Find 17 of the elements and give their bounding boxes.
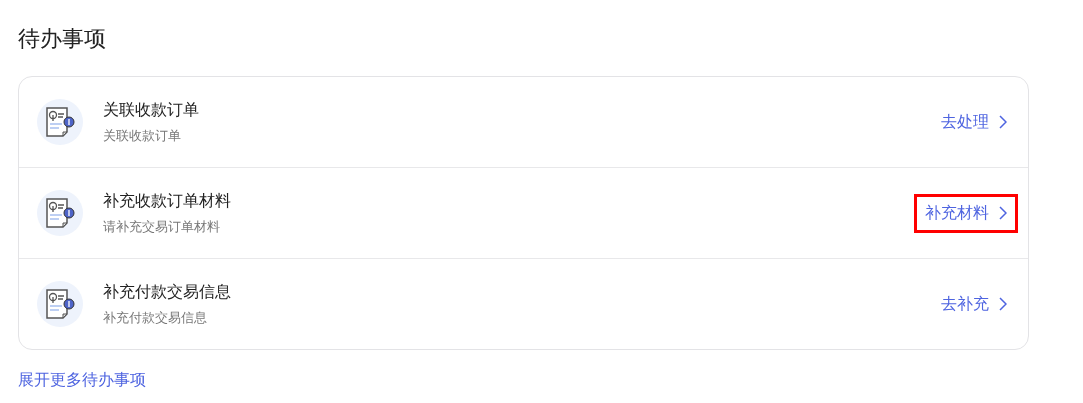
- action-link[interactable]: 补充材料: [914, 193, 1018, 233]
- todo-subtitle: 补充付款交易信息: [103, 308, 208, 327]
- document-icon: [43, 287, 77, 321]
- todo-title: 关联收款订单: [103, 99, 200, 121]
- action-link[interactable]: 去补充: [930, 284, 1018, 324]
- todo-subtitle: 请补充交易订单材料: [103, 217, 221, 236]
- todo-subtitle: 关联收款订单: [103, 126, 182, 145]
- document-icon: [43, 105, 77, 139]
- document-icon: [43, 196, 77, 230]
- section-title: 待办事项: [18, 25, 107, 53]
- todo-title: 补充收款订单材料: [103, 190, 232, 212]
- todo-title: 补充付款交易信息: [103, 281, 232, 303]
- chevron-right-icon: [999, 115, 1007, 129]
- chevron-right-icon: [999, 297, 1007, 311]
- action-link[interactable]: 去处理: [930, 102, 1018, 142]
- chevron-right-icon: [999, 206, 1007, 220]
- expand-more-link[interactable]: 展开更多待办事项: [18, 370, 146, 391]
